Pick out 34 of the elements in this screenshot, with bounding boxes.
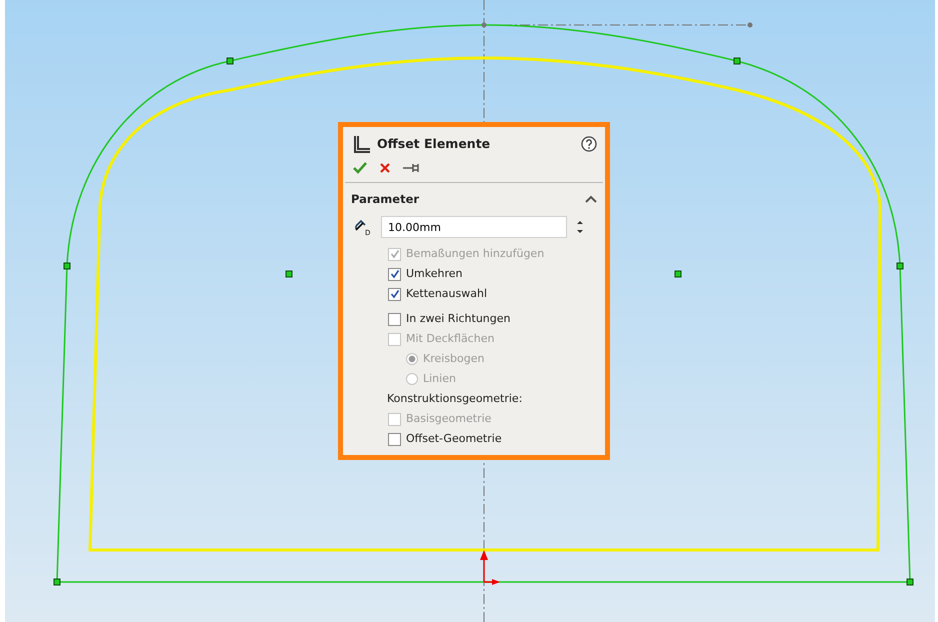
distance-field[interactable]: 10.00mm [381,216,567,238]
sketch-point[interactable] [896,262,904,270]
section-title: Parameter [351,190,420,208]
sketch-point[interactable] [674,270,682,278]
help-icon[interactable] [581,136,597,152]
checkbox-label: Mit Deckflächen [406,330,494,347]
sketch-point[interactable] [734,58,740,64]
origin-icon [480,550,500,585]
close-icon[interactable] [379,162,391,174]
sketch-point[interactable] [54,578,60,586]
radio-label: Kreisbogen [423,350,484,367]
checkbox-label: Kettenauswahl [406,286,488,302]
chevron-icon[interactable] [585,195,597,204]
ok-icon[interactable] [353,162,367,174]
checkbox-label: Umkehren [406,266,463,282]
sketch-point[interactable] [906,578,914,586]
checkbox-label: Basisgeometrie [406,410,492,427]
point[interactable] [748,22,752,28]
checkbox-label: Offset-Geometrie [406,430,502,447]
group-label: Konstruktionsgeometrie: [387,390,522,407]
checkbox-label: In zwei Richtungen [406,310,510,327]
sketch-point[interactable] [286,270,292,278]
panel-title: Offset Elemente [377,135,492,153]
checkbox-label: Bemaßungen hinzufügen [406,246,544,262]
offset-icon [353,135,371,154]
point[interactable] [482,22,486,28]
checkbox[interactable] [388,432,401,446]
radio-label: Linien [423,370,456,387]
checkbox[interactable] [388,312,401,326]
sketch-point[interactable] [226,58,234,64]
sketch-point[interactable] [64,262,70,270]
pin-icon[interactable] [403,162,419,174]
checkbox[interactable] [388,288,401,300]
checkbox[interactable] [388,268,401,280]
